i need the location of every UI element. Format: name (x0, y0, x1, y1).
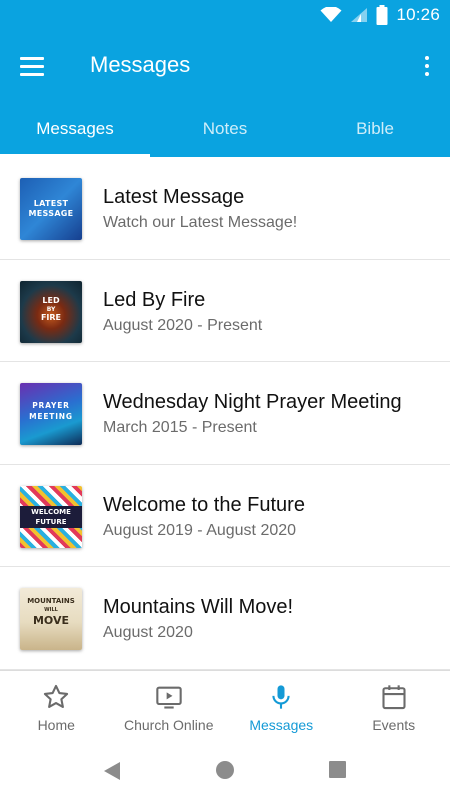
system-navigation-bar (0, 744, 450, 800)
series-thumbnail: LATEST MESSAGE (20, 178, 82, 240)
tab-notes[interactable]: Notes (150, 104, 300, 157)
hamburger-menu-icon[interactable] (20, 52, 50, 80)
bottom-navigation: Home Church Online Messages Events (0, 670, 450, 744)
item-subtitle: August 2019 - August 2020 (103, 521, 297, 539)
list-item[interactable]: LATEST MESSAGE Latest Message Watch our … (0, 157, 450, 260)
item-subtitle: August 2020 (103, 624, 193, 641)
microphone-icon (272, 685, 290, 709)
tab-messages[interactable]: Messages (0, 104, 150, 157)
item-title: Led By Fire (103, 288, 206, 311)
nav-church-online[interactable]: Church Online (113, 671, 226, 744)
star-icon (44, 684, 69, 708)
nav-label: Church Online (124, 717, 214, 733)
tab-bar: Messages Notes Bible (0, 104, 450, 157)
cell-signal-icon (351, 8, 368, 22)
wifi-icon (320, 7, 342, 22)
back-icon[interactable] (102, 761, 122, 781)
item-title: Wednesday Night Prayer Meeting (103, 391, 402, 413)
home-circle-icon[interactable] (216, 761, 234, 779)
list-item[interactable]: LED BY FIRE Led By Fire August 2020 - Pr… (0, 260, 450, 362)
nav-messages[interactable]: Messages (225, 671, 338, 744)
series-thumbnail: WELCOME FUTURE (20, 485, 82, 548)
battery-icon (376, 5, 388, 25)
nav-label: Events (372, 717, 416, 733)
nav-label: Messages (249, 717, 314, 733)
more-options-icon[interactable] (422, 52, 432, 80)
list-item[interactable]: PRAYER MEETING Wednesday Night Prayer Me… (0, 362, 450, 465)
status-time: 10:26 (396, 5, 440, 24)
status-icons: 10:26 (320, 5, 440, 25)
recents-square-icon[interactable] (329, 761, 346, 778)
item-title: Welcome to the Future (103, 493, 305, 516)
item-subtitle: Watch our Latest Message! (103, 214, 298, 231)
series-thumbnail: PRAYER MEETING (20, 383, 82, 445)
list-item[interactable]: MOUNTAINS WILL MOVE Mountains Will Move!… (0, 567, 450, 670)
series-thumbnail: LED BY FIRE (20, 280, 82, 343)
page-title: Messages (90, 52, 191, 77)
item-subtitle: August 2020 - Present (103, 316, 263, 334)
item-title: Mountains Will Move! (103, 596, 294, 618)
tv-play-icon (156, 686, 182, 709)
message-series-list: LATEST MESSAGE Latest Message Watch our … (0, 157, 450, 670)
item-title: Latest Message (103, 186, 245, 208)
app-bar: 10:26 Messages Messages Notes Bible (0, 0, 450, 157)
list-item[interactable]: WELCOME FUTURE Welcome to the Future Aug… (0, 465, 450, 567)
status-bar: 10:26 (0, 0, 450, 32)
calendar-icon (382, 685, 406, 710)
nav-events[interactable]: Events (338, 671, 450, 744)
tab-bible[interactable]: Bible (300, 104, 450, 157)
nav-home[interactable]: Home (0, 671, 113, 744)
series-thumbnail: MOUNTAINS WILL MOVE (20, 588, 82, 650)
toolbar: Messages (0, 36, 450, 96)
item-subtitle: March 2015 - Present (103, 419, 257, 436)
nav-label: Home (37, 717, 75, 733)
